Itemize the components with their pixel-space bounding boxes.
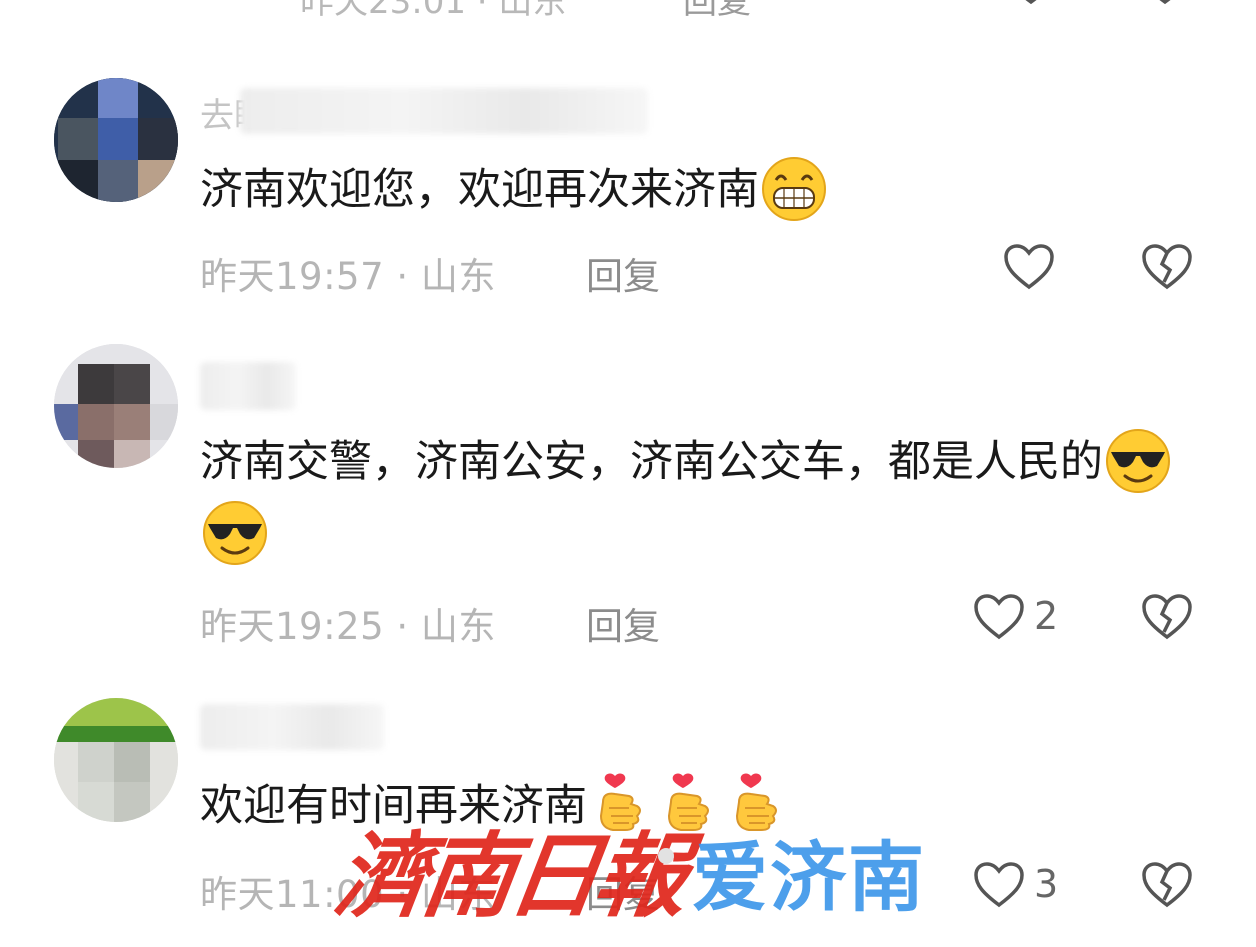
like-button[interactable]: 3 (972, 860, 1058, 920)
avatar[interactable] (54, 344, 178, 468)
like-count: 2 (1034, 594, 1059, 638)
cool-emoji (202, 500, 268, 566)
dislike-icon (1142, 244, 1192, 290)
like-icon (974, 594, 1024, 640)
watermark-dot (658, 848, 674, 864)
comment-footer: 昨天11:00 · 山东 回复 3 (200, 862, 1220, 916)
comment-body: 欢迎有时间再来济南 (200, 781, 587, 831)
like-icon[interactable] (1006, 0, 1056, 10)
comment-list: 昨天23:01 · 山东 回复 去睡睡 济南欢迎您，欢迎再次来济南 (0, 0, 1256, 947)
cool-emoji (1105, 428, 1171, 494)
comment-body: 济南欢迎您，欢迎再次来济南 (200, 165, 759, 215)
finger-heart-emoji (589, 772, 655, 838)
dislike-icon (1142, 862, 1192, 908)
previous-comment-footer: 昨天23:01 · 山东 回复 (0, 0, 1256, 22)
username-redaction (240, 88, 648, 134)
like-button[interactable] (1002, 242, 1056, 302)
reply-button[interactable]: 回复 (586, 596, 660, 650)
comment-text: 欢迎有时间再来济南 (200, 770, 1220, 842)
reply-button[interactable]: 回复 (586, 246, 660, 300)
comment-body: 济南交警，济南公安，济南公交车，都是人民的 (200, 437, 1103, 487)
avatar[interactable] (54, 698, 178, 822)
reply-button[interactable]: 回复 (683, 0, 751, 23)
comment-time-location: 昨天19:57 · 山东 (200, 255, 496, 298)
comment-footer: 昨天19:57 · 山东 回复 (200, 244, 1220, 298)
comment-time-location: 昨天19:25 · 山东 (200, 605, 496, 648)
grin-emoji (761, 156, 827, 222)
finger-heart-emoji (725, 772, 791, 838)
like-icon (974, 862, 1024, 908)
username-redaction (200, 362, 296, 410)
like-count: 3 (1034, 862, 1059, 906)
username-redaction (200, 704, 384, 750)
comment-text: 济南欢迎您，欢迎再次来济南 (200, 154, 1220, 226)
comment-meta: 昨天23:01 · 山东 (300, 0, 567, 22)
dislike-icon (1142, 594, 1192, 640)
dislike-button[interactable] (1140, 592, 1194, 646)
avatar[interactable] (54, 78, 178, 202)
comment-time-location: 昨天11:00 · 山东 (200, 873, 496, 916)
reply-button[interactable]: 回复 (586, 864, 660, 918)
like-button[interactable]: 2 (972, 592, 1058, 652)
dislike-button[interactable] (1140, 860, 1194, 914)
dislike-button[interactable] (1140, 242, 1194, 296)
comment-text: 济南交警，济南公安，济南公交车，都是人民的 (200, 426, 1220, 570)
like-icon (1004, 244, 1054, 290)
finger-heart-emoji (657, 772, 723, 838)
dislike-icon[interactable] (1140, 0, 1190, 10)
comment-footer: 昨天19:25 · 山东 回复 2 (200, 594, 1220, 648)
